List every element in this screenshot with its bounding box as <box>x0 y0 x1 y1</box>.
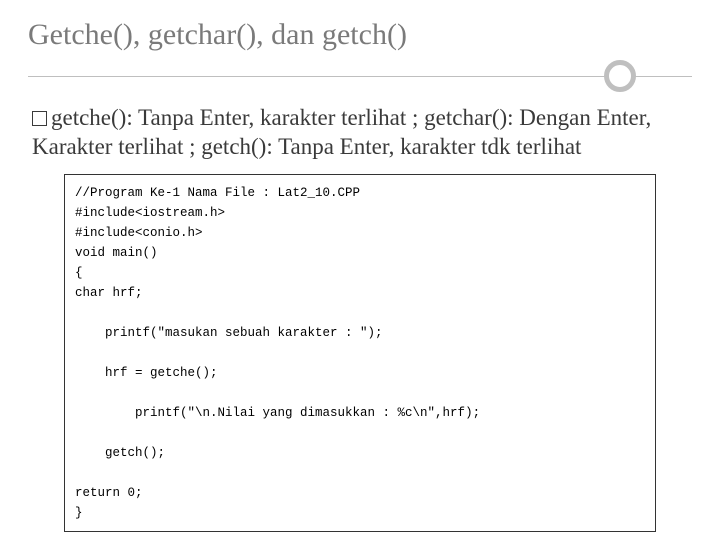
body-paragraph: getche(): Tanpa Enter, karakter terlihat… <box>32 104 688 162</box>
code-block: //Program Ke-1 Nama File : Lat2_10.CPP #… <box>64 174 656 532</box>
slide: Getche(), getchar(), dan getch() getche(… <box>0 0 720 540</box>
bullet-icon <box>32 111 47 126</box>
title-divider <box>28 60 692 94</box>
divider-line <box>28 76 692 77</box>
slide-title: Getche(), getchar(), dan getch() <box>28 18 692 52</box>
body-text: getche(): Tanpa Enter, karakter terlihat… <box>32 105 651 159</box>
divider-ring-icon <box>604 60 636 92</box>
code-content: //Program Ke-1 Nama File : Lat2_10.CPP #… <box>75 183 645 523</box>
